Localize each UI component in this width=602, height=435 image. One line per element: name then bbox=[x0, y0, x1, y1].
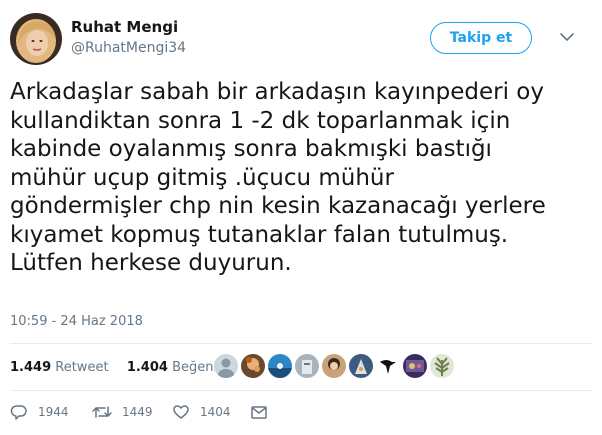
user-photo-icon bbox=[268, 354, 292, 378]
envelope-icon bbox=[251, 406, 267, 419]
heart-icon bbox=[173, 405, 189, 419]
retweet-icon bbox=[92, 406, 112, 418]
retweet-count: 1449 bbox=[122, 405, 153, 419]
liker-avatar[interactable] bbox=[403, 354, 427, 378]
retweet-button[interactable]: 1449 bbox=[92, 403, 153, 421]
liker-avatar[interactable] bbox=[349, 354, 373, 378]
profile-photo-icon bbox=[10, 13, 62, 65]
user-photo-icon bbox=[241, 354, 265, 378]
like-button[interactable]: 1404 bbox=[172, 403, 231, 421]
author-handle[interactable]: @RuhatMengi34 bbox=[71, 40, 186, 56]
liker-avatar[interactable] bbox=[214, 354, 238, 378]
user-photo-icon bbox=[430, 354, 454, 378]
divider bbox=[10, 390, 592, 391]
author-display-name[interactable]: Ruhat Mengi bbox=[71, 18, 178, 36]
reply-count: 1944 bbox=[38, 405, 69, 419]
liker-avatar[interactable] bbox=[268, 354, 292, 378]
user-photo-icon bbox=[376, 354, 400, 378]
liker-avatar[interactable] bbox=[241, 354, 265, 378]
user-photo-icon bbox=[349, 354, 373, 378]
liker-avatar[interactable] bbox=[295, 354, 319, 378]
chevron-down-icon[interactable] bbox=[560, 32, 574, 42]
like-stat-label: Beğeni bbox=[172, 360, 218, 375]
user-photo-icon bbox=[295, 354, 319, 378]
follow-button[interactable]: Takip et bbox=[430, 22, 532, 54]
reply-button[interactable]: 1944 bbox=[10, 403, 69, 421]
user-photo-icon bbox=[403, 354, 427, 378]
like-count: 1404 bbox=[200, 405, 231, 419]
default-avatar-icon bbox=[214, 354, 238, 378]
retweet-stat-label: Retweet bbox=[55, 360, 109, 375]
retweet-stat-count: 1.449 bbox=[10, 360, 52, 375]
like-stat-count: 1.404 bbox=[126, 360, 168, 375]
like-stat[interactable]: 1.404 Beğeni bbox=[127, 360, 217, 375]
user-photo-icon bbox=[322, 354, 346, 378]
tweet-timestamp[interactable]: 10:59 - 24 Haz 2018 bbox=[10, 314, 143, 329]
tweet-text: Arkadaşlar sabah bir arkadaşın kayınpede… bbox=[10, 79, 546, 276]
reply-icon bbox=[10, 405, 27, 420]
liker-avatar[interactable] bbox=[322, 354, 346, 378]
direct-message-button[interactable] bbox=[250, 403, 268, 421]
liker-avatar[interactable] bbox=[376, 354, 400, 378]
retweet-stat[interactable]: 1.449 Retweet bbox=[10, 360, 113, 375]
liker-avatar[interactable] bbox=[430, 354, 454, 378]
divider bbox=[10, 343, 592, 344]
avatar[interactable] bbox=[10, 13, 62, 65]
stats-row: 1.449 Retweet 1.404 Beğeni bbox=[10, 360, 217, 375]
